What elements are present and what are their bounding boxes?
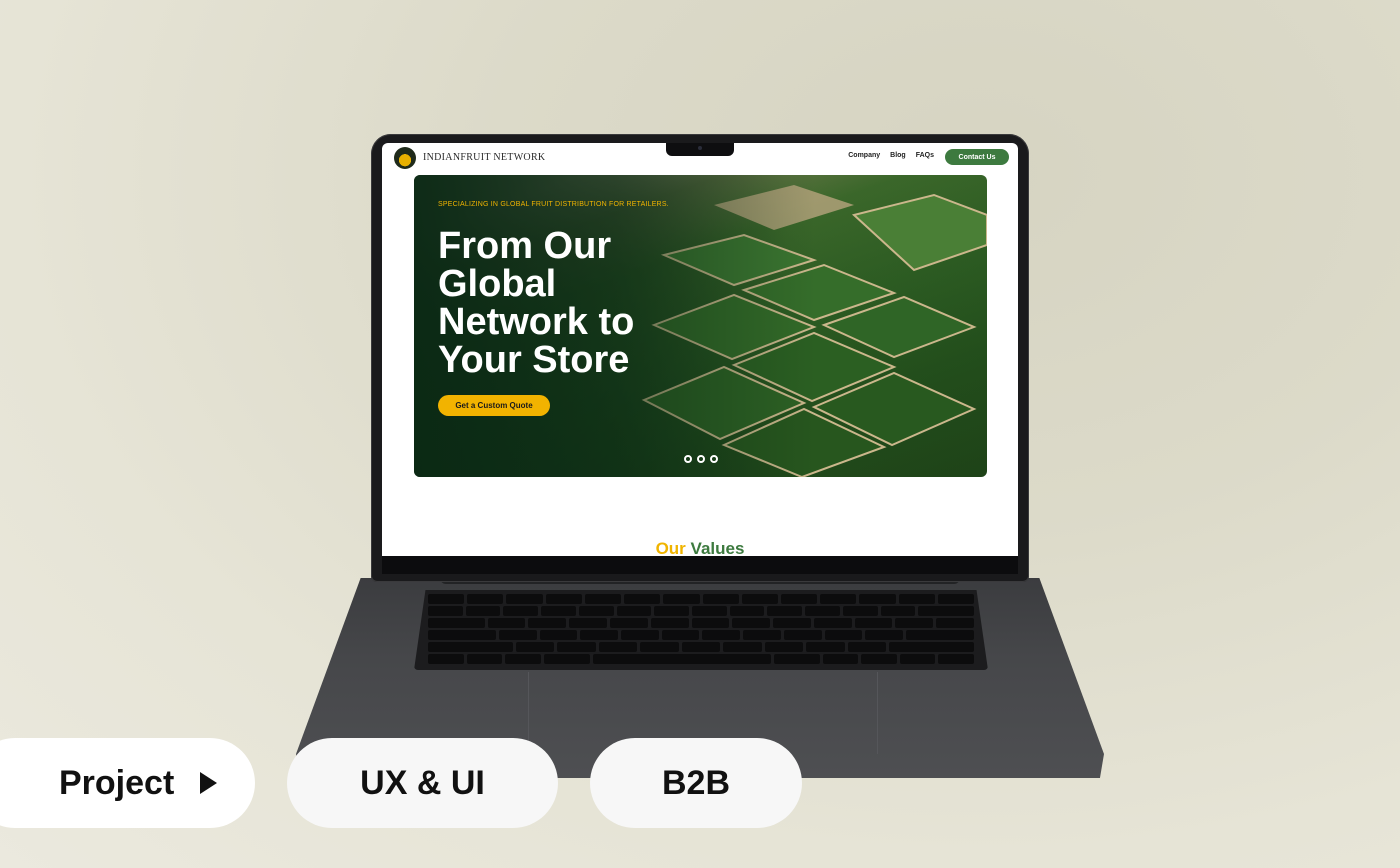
brand-name[interactable]: INDIANFRUIT NETWORK [423, 152, 545, 163]
nav-item-blog[interactable]: Blog [890, 152, 906, 159]
carousel-dot[interactable] [684, 455, 692, 463]
ux-ui-label: UX & UI [360, 763, 485, 802]
pineapple-logo-icon[interactable] [394, 147, 416, 169]
carousel-dot[interactable] [697, 455, 705, 463]
carousel-dots [684, 455, 718, 463]
camera-notch [666, 143, 734, 156]
hero-tagline: SPECIALIZING IN GLOBAL FRUIT DISTRIBUTIO… [438, 201, 669, 208]
ux-ui-tag: UX & UI [287, 738, 558, 828]
nav-item-company[interactable]: Company [848, 152, 880, 159]
b2b-tag: B2B [590, 738, 802, 828]
contact-us-button[interactable]: Contact Us [945, 149, 1009, 165]
get-quote-button[interactable]: Get a Custom Quote [438, 395, 550, 416]
hero-title: From Our Global Network to Your Store [438, 225, 635, 381]
values-heading-our: Our [655, 539, 686, 556]
hero-banner: SPECIALIZING IN GLOBAL FRUIT DISTRIBUTIO… [414, 175, 987, 477]
b2b-label: B2B [661, 763, 731, 802]
laptop-screen: INDIANFRUIT NETWORK Company Blog FAQs Co… [382, 143, 1018, 556]
project-label: Project [59, 763, 175, 802]
nav-links: Company Blog FAQs [848, 152, 934, 159]
values-heading-values: Values [690, 539, 745, 556]
nav-item-faqs[interactable]: FAQs [916, 152, 934, 159]
screen-bezel [382, 556, 1018, 574]
keyboard [414, 590, 988, 670]
project-tag[interactable]: Project [0, 738, 255, 828]
carousel-dot[interactable] [710, 455, 718, 463]
values-heading: Our Values [382, 539, 1018, 556]
play-icon [200, 772, 218, 794]
